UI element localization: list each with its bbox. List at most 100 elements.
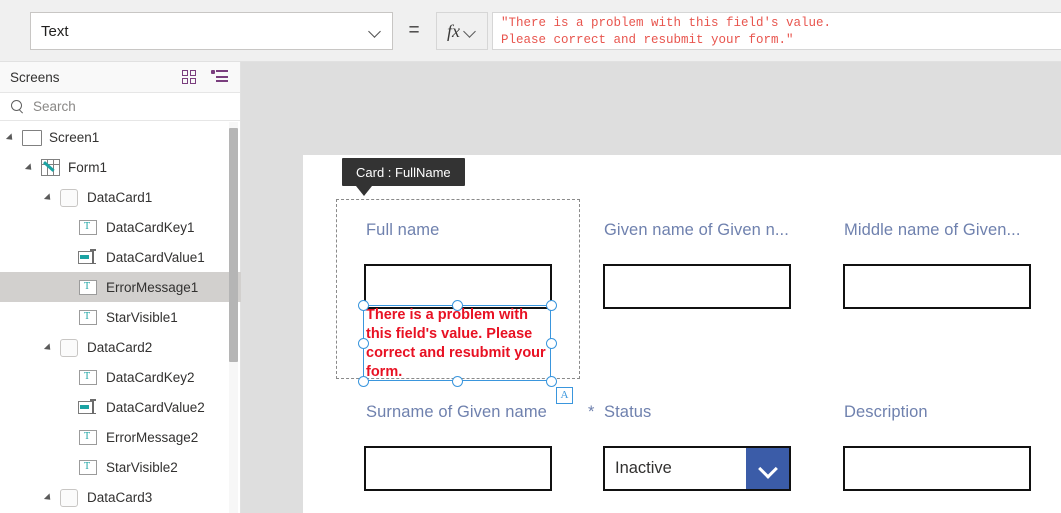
tree-item-datacard1[interactable]: DataCard1 bbox=[0, 182, 241, 212]
input-fill bbox=[80, 254, 89, 259]
tree-item-screen1[interactable]: Screen1 bbox=[0, 122, 241, 152]
label-icon: T bbox=[77, 218, 99, 236]
pencil-icon bbox=[42, 161, 55, 173]
property-selector[interactable]: Text bbox=[30, 12, 393, 50]
resize-handle-e[interactable] bbox=[545, 337, 557, 349]
tree-item-starvisible1[interactable]: T StarVisible1 bbox=[0, 302, 241, 332]
label-icon: T bbox=[77, 458, 99, 476]
text-input-icon bbox=[77, 398, 99, 416]
resize-handle-n[interactable] bbox=[451, 299, 463, 311]
resize-handle-se[interactable] bbox=[545, 375, 557, 387]
equals-sign: = bbox=[408, 20, 420, 41]
expand-arrow-icon[interactable] bbox=[42, 489, 58, 505]
tree-panel-title: Screens bbox=[10, 69, 60, 85]
tree-item-label: DataCardValue1 bbox=[106, 249, 205, 265]
expand-arrow-icon[interactable] bbox=[23, 159, 39, 175]
resize-handle-nw[interactable] bbox=[357, 299, 369, 311]
field-label-description: Description bbox=[844, 403, 928, 421]
text-input-given-name[interactable] bbox=[603, 264, 791, 309]
chevron-down-icon bbox=[759, 460, 776, 477]
dropdown-status[interactable]: Inactive bbox=[603, 446, 791, 491]
label-icon: T bbox=[77, 368, 99, 386]
tree-item-form1[interactable]: Form1 bbox=[0, 152, 241, 182]
tree-item-label: DataCardKey1 bbox=[106, 219, 195, 235]
formula-input[interactable]: "There is a problem with this field's va… bbox=[492, 12, 1061, 50]
fx-button[interactable]: fx bbox=[436, 12, 488, 50]
text-input-surname[interactable] bbox=[364, 446, 552, 491]
text-caret-icon bbox=[90, 399, 96, 414]
text-input-description[interactable] bbox=[843, 446, 1031, 491]
search-bar[interactable]: Search bbox=[0, 93, 240, 121]
tree-view-panel: Screens Search Screen1 Form1 DataCard1 T Dat… bbox=[0, 62, 241, 513]
chevron-down-icon bbox=[368, 24, 382, 38]
grid-view-icon[interactable] bbox=[182, 69, 197, 85]
tree-item-datacardkey1[interactable]: T DataCardKey1 bbox=[0, 212, 241, 242]
powerapps-studio-window: Text = fx "There is a problem with this … bbox=[0, 0, 1061, 513]
dropdown-status-value: Inactive bbox=[615, 459, 672, 477]
text-caret-icon bbox=[90, 249, 96, 264]
expand-arrow-icon[interactable] bbox=[4, 129, 20, 145]
chevron-down-icon bbox=[463, 24, 477, 38]
tree-item-label: Form1 bbox=[68, 159, 108, 175]
tree-item-label: ErrorMessage2 bbox=[106, 429, 199, 445]
tree-item-label: Screen1 bbox=[49, 129, 100, 145]
search-input[interactable]: Search bbox=[33, 99, 76, 114]
label-icon: T bbox=[77, 308, 99, 326]
tree-scrollbar-thumb[interactable] bbox=[229, 128, 238, 362]
label-icon: T bbox=[77, 428, 99, 446]
card-icon bbox=[58, 338, 80, 357]
field-label-status: Status bbox=[604, 403, 652, 421]
property-selector-value: Text bbox=[41, 22, 69, 40]
tree-item-starvisible2[interactable]: T StarVisible2 bbox=[0, 452, 241, 482]
label-t-glyph: T bbox=[83, 281, 91, 292]
tree-item-label: ErrorMessage1 bbox=[106, 279, 199, 295]
tree-view-icon[interactable] bbox=[211, 70, 228, 84]
tree-item-errormessage2[interactable]: T ErrorMessage2 bbox=[0, 422, 241, 452]
fx-icon: fx bbox=[447, 20, 460, 41]
tree-item-datacardvalue2[interactable]: DataCardValue2 bbox=[0, 392, 241, 422]
text-input-icon bbox=[77, 248, 99, 266]
tree-item-datacardvalue1[interactable]: DataCardValue1 bbox=[0, 242, 241, 272]
tree-item-label: DataCard2 bbox=[87, 339, 153, 355]
field-label-given-name: Given name of Given n... bbox=[604, 221, 789, 239]
tree-item-datacard3[interactable]: DataCard3 bbox=[0, 482, 241, 512]
field-label-full-name: Full name bbox=[366, 221, 440, 239]
formula-text: "There is a problem with this field's va… bbox=[501, 16, 832, 47]
resize-handle-ne[interactable] bbox=[545, 299, 557, 311]
tree-item-label: DataCard1 bbox=[87, 189, 153, 205]
resize-handle-s[interactable] bbox=[451, 375, 463, 387]
tree-item-label: DataCard3 bbox=[87, 489, 153, 505]
resize-handle-sw[interactable] bbox=[357, 375, 369, 387]
tree-item-datacardkey2[interactable]: T DataCardKey2 bbox=[0, 362, 241, 392]
form-icon bbox=[39, 158, 61, 176]
label-t-glyph: T bbox=[83, 221, 91, 232]
field-label-surname: Surname of Given name bbox=[366, 403, 547, 421]
tree-item-datacard2[interactable]: DataCard2 bbox=[0, 332, 241, 362]
tree-item-label: DataCardKey2 bbox=[106, 369, 195, 385]
tree-panel-header: Screens bbox=[0, 62, 240, 93]
card-tooltip: Card : FullName bbox=[342, 158, 465, 196]
required-marker-status: * bbox=[588, 403, 595, 421]
expand-arrow-icon[interactable] bbox=[42, 189, 58, 205]
text-input-middle-name[interactable] bbox=[843, 264, 1031, 309]
field-label-middle-name: Middle name of Given... bbox=[844, 221, 1021, 239]
screen-icon bbox=[20, 128, 42, 146]
dropdown-toggle-button[interactable] bbox=[746, 448, 789, 489]
tree-item-errormessage1[interactable]: T ErrorMessage1 bbox=[0, 272, 241, 302]
label-icon: T bbox=[77, 278, 99, 296]
label-t-glyph: T bbox=[83, 311, 91, 322]
formula-bar: Text = fx "There is a problem with this … bbox=[0, 0, 1061, 62]
label-t-glyph: T bbox=[83, 461, 91, 472]
input-fill bbox=[80, 404, 89, 409]
expand-arrow-icon[interactable] bbox=[42, 339, 58, 355]
resize-handle-w[interactable] bbox=[357, 337, 369, 349]
alignment-badge-icon[interactable]: A bbox=[556, 387, 573, 404]
